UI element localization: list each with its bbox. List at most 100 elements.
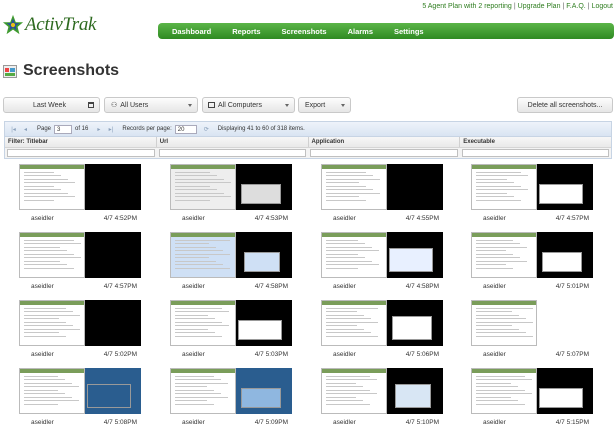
window-text-line (326, 192, 380, 194)
screenshot-image[interactable] (321, 300, 443, 346)
screenshot-thumbnail[interactable]: aseidler 4/7 4:58PM (170, 232, 292, 294)
window-text-line (476, 396, 511, 398)
window-text-line (24, 396, 72, 398)
next-page-icon[interactable]: ▸ (94, 125, 103, 133)
screenshot-thumbnail[interactable]: aseidler 4/7 5:09PM (170, 368, 292, 429)
screenshot-thumbnail[interactable]: aseidler 4/7 4:57PM (471, 164, 593, 226)
screenshot-caption: aseidler 4/7 4:55PM (321, 215, 443, 222)
refresh-icon[interactable]: ⟳ (202, 125, 211, 133)
screenshot-user: aseidler (483, 351, 506, 358)
screenshot-image[interactable] (19, 300, 141, 346)
screenshot-inner-window (241, 184, 281, 204)
window-text-line (476, 175, 528, 176)
window-text-line (476, 260, 527, 262)
first-page-icon[interactable]: |◂ (9, 125, 18, 133)
window-text-line (476, 171, 521, 173)
computers-icon (208, 102, 215, 108)
window-titlebar (472, 233, 536, 237)
chevron-down-icon (188, 104, 192, 107)
screenshot-time: 4/7 5:06PM (405, 351, 439, 358)
executable-filter-input[interactable] (461, 149, 609, 157)
window-text-line (24, 386, 79, 387)
screenshot-user: aseidler (333, 283, 356, 290)
prev-page-icon[interactable]: ◂ (21, 125, 30, 133)
nav-settings[interactable]: Settings (394, 27, 424, 36)
screenshot-user: aseidler (182, 283, 205, 290)
screenshot-time: 4/7 4:58PM (254, 283, 288, 290)
window-text-line (326, 182, 359, 183)
screenshot-thumbnail[interactable]: aseidler 4/7 5:10PM (321, 368, 443, 429)
screenshot-image[interactable] (321, 164, 443, 210)
delete-all-screenshots-button[interactable]: Delete all screenshots... (517, 97, 613, 113)
screenshot-time: 4/7 5:08PM (103, 419, 137, 426)
screenshot-thumbnail[interactable]: aseidler 4/7 5:03PM (170, 300, 292, 362)
activtrak-logo[interactable]: ActivTrak (2, 14, 96, 36)
page-title: Screenshots (23, 62, 120, 79)
filter-input-row (5, 148, 611, 158)
titlebar-filter-input[interactable] (7, 149, 155, 157)
page-number-input[interactable]: 3 (54, 124, 73, 134)
window-text-line (24, 332, 59, 333)
screenshot-thumbnail[interactable]: aseidler 4/7 4:58PM (321, 232, 443, 294)
screenshot-thumbnail[interactable]: aseidler 4/7 4:52PM (19, 164, 141, 226)
screenshot-thumbnail[interactable]: aseidler 4/7 4:55PM (321, 164, 443, 226)
screenshot-thumbnail[interactable]: aseidler 4/7 5:08PM (19, 368, 141, 429)
last-page-icon[interactable]: ▸| (106, 125, 115, 133)
screenshot-thumbnail[interactable]: aseidler 4/7 5:07PM (471, 300, 593, 362)
screenshot-image[interactable] (19, 232, 141, 278)
screenshot-image[interactable] (170, 368, 292, 414)
screenshot-inner-window (392, 316, 432, 340)
nav-dashboard[interactable]: Dashboard (172, 27, 211, 36)
records-per-page-select[interactable]: 20 (174, 124, 197, 134)
nav-reports[interactable]: Reports (232, 27, 260, 36)
window-text-line (326, 267, 358, 269)
window-text-line (326, 307, 378, 309)
star-logo-icon (2, 14, 24, 35)
screenshot-thumbnail[interactable]: aseidler 4/7 4:53PM (170, 164, 292, 226)
window-text-line (476, 400, 518, 401)
screenshot-image[interactable] (471, 368, 593, 414)
screenshot-time: 4/7 4:55PM (405, 215, 439, 222)
screenshot-image[interactable] (170, 232, 292, 278)
window-text-line (24, 264, 67, 265)
screenshot-image[interactable] (471, 300, 593, 346)
screenshot-thumbnail[interactable]: aseidler 4/7 5:15PM (471, 368, 593, 429)
window-titlebar (171, 369, 235, 373)
screenshot-user: aseidler (333, 419, 356, 426)
screenshot-image[interactable] (170, 164, 292, 210)
application-filter-input[interactable] (310, 149, 458, 157)
screenshot-thumbnail[interactable]: aseidler 4/7 5:06PM (321, 300, 443, 362)
window-text-line (476, 246, 527, 248)
nav-alarms[interactable]: Alarms (348, 27, 373, 36)
window-text-line (326, 393, 377, 394)
export-button[interactable]: Export (298, 97, 351, 113)
screenshot-image[interactable] (170, 300, 292, 346)
screenshot-thumbnail[interactable]: aseidler 4/7 5:01PM (471, 232, 593, 294)
screenshot-image[interactable] (471, 232, 593, 278)
screenshot-image[interactable] (19, 164, 141, 210)
screenshot-image[interactable] (19, 368, 141, 414)
screenshot-image[interactable] (321, 232, 443, 278)
agent-plan-link[interactable]: 5 Agent Plan with 2 reporting (422, 3, 512, 10)
computers-select[interactable]: All Computers (202, 97, 295, 113)
screenshot-window-preview (19, 232, 85, 278)
faq-link[interactable]: F.A.Q. (566, 3, 585, 10)
screenshot-thumbnail[interactable]: aseidler 4/7 4:57PM (19, 232, 141, 294)
logout-link[interactable]: Logout (592, 3, 613, 10)
window-text-line (476, 182, 514, 183)
window-text-line (175, 314, 208, 316)
users-value: All Users (120, 101, 149, 109)
window-text-line (175, 182, 231, 183)
screenshot-image[interactable] (471, 164, 593, 210)
nav-screenshots[interactable]: Screenshots (282, 27, 327, 36)
window-text-line (175, 257, 209, 258)
screenshot-thumbnail[interactable]: aseidler 4/7 5:02PM (19, 300, 141, 362)
screenshot-image[interactable] (321, 368, 443, 414)
window-text-line (175, 199, 210, 201)
window-text-line (175, 253, 230, 255)
window-text-line (24, 257, 81, 258)
upgrade-plan-link[interactable]: Upgrade Plan (518, 3, 561, 10)
url-filter-input[interactable] (158, 149, 306, 157)
period-select[interactable]: Last Week (3, 97, 100, 113)
users-select[interactable]: ⚇ All Users (104, 97, 198, 113)
